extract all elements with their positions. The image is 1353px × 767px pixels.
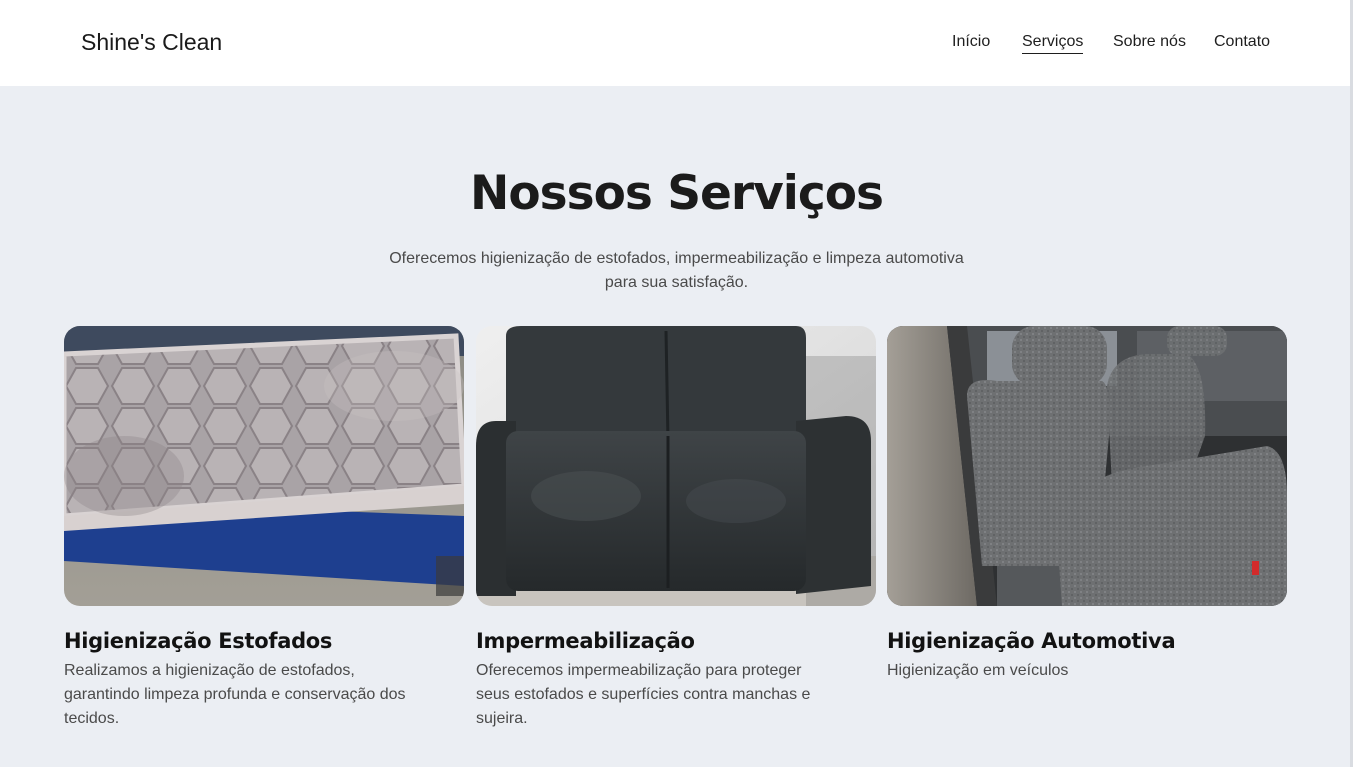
section-intro: Oferecemos higienização de estofados, im… [389,250,964,291]
section-title: Nossos Serviços [470,166,884,221]
nav-link-servicos[interactable]: Serviços [1022,33,1084,54]
brand-logo[interactable]: Shine's Clean [81,29,222,56]
car-interior-photo [887,326,1287,606]
sofa-photo [476,326,876,606]
nav-link-sobre-nos[interactable]: Sobre nós [1113,33,1186,51]
card-text-impermeabilizacao: Oferecemos impermeabilização para proteg… [476,662,811,727]
nav-link-contato[interactable]: Contato [1214,33,1270,51]
card-title-automotiva: Higienização Automotiva [887,629,1176,653]
card-text-automotiva: Higienização em veículos [887,662,1069,679]
card-text-estofados: Realizamos a higienização de estofados, … [64,662,406,727]
nav-link-inicio[interactable]: Início [952,33,990,51]
card-title-estofados: Higienização Estofados [64,629,333,653]
mattress-photo [64,326,464,606]
card-title-impermeabilizacao: Impermeabilização [476,629,695,653]
site-header: Shine's Clean Início Serviços Sobre nós … [0,0,1353,86]
